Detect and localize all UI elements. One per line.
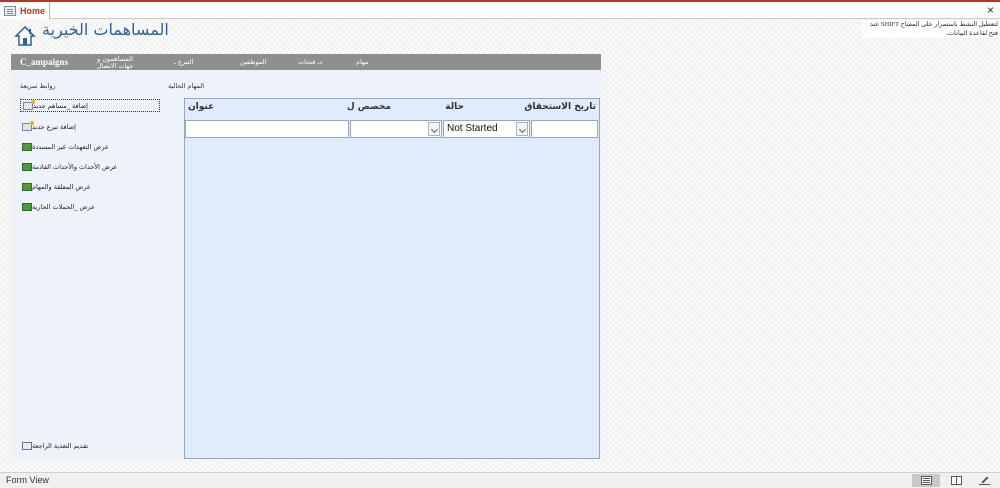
design-view-button[interactable] xyxy=(970,474,998,487)
quick-link-add-donation[interactable]: إضافة تبرع جديد xyxy=(20,120,160,133)
quick-link-label: عرض الأحداث والأحداث القادمة xyxy=(32,162,118,171)
status-value: Not Started xyxy=(447,123,498,134)
quick-links-title: روابط سريعة xyxy=(20,82,56,90)
nav-employees[interactable]: الموظفين xyxy=(240,54,266,70)
navigation-bar: C_ampaigns المساهمون و جهات الاتصال التب… xyxy=(11,54,601,70)
column-header-assigned-to[interactable]: مخصص ل xyxy=(347,102,391,112)
home-icon xyxy=(14,25,36,46)
add-record-icon xyxy=(22,120,34,131)
tasks-datasheet: تاريخ الاستحقاق حالة مخصص ل عنوان Not St… xyxy=(184,98,600,459)
title-field[interactable] xyxy=(185,120,349,138)
form-view-button[interactable] xyxy=(912,474,940,487)
quick-link-pending-tasks[interactable]: عرض المعلقة والمهام xyxy=(20,180,160,193)
app-title: المساهمات الخيرية xyxy=(42,20,169,39)
nav-campaigns[interactable]: C_ampaigns xyxy=(20,54,68,70)
quick-link-label: عرض المعلقة والمهام xyxy=(32,182,91,191)
quick-link-feedback[interactable]: تقديم التغذية الراجعة xyxy=(20,439,160,452)
feedback-icon xyxy=(22,441,32,450)
nav-contributors[interactable]: المساهمون و جهات الاتصال xyxy=(91,54,139,70)
tasks-title: المهام الحالية xyxy=(168,82,205,90)
quick-link-label: إضافة تبرع جديد xyxy=(32,122,76,131)
quick-link-active-campaigns[interactable]: عرض _الحملات الجارية xyxy=(20,200,160,213)
status-combo[interactable]: Not Started xyxy=(443,120,530,138)
nav-events[interactable]: دـ فتحات xyxy=(298,54,322,70)
assigned-to-combo[interactable] xyxy=(350,120,442,138)
report-icon xyxy=(22,142,32,151)
quick-link-label: عرض _الحملات الجارية xyxy=(32,202,95,211)
document-tab-label: Home xyxy=(20,5,46,16)
home-document-tab[interactable]: Home xyxy=(0,2,50,19)
quick-link-label: عرض التعهدات غير المسددة xyxy=(32,142,109,151)
quick-link-label: إضافة _مساهم جديد xyxy=(33,101,88,110)
report-icon xyxy=(22,182,32,191)
view-mode-label: Form View xyxy=(6,475,49,485)
column-header-due-date[interactable]: تاريخ الاستحقاق xyxy=(524,102,596,112)
close-icon[interactable]: × xyxy=(987,3,994,17)
design-view-icon xyxy=(978,476,990,485)
startup-note: لتعطيل النشط باستمرار على المفتاح SHIFT … xyxy=(862,20,1000,38)
quick-link-add-contributor[interactable]: إضافة _مساهم جديد xyxy=(20,99,160,112)
document-tab-strip: Home × xyxy=(0,0,1000,19)
form-icon xyxy=(4,5,16,16)
add-record-icon xyxy=(23,99,35,110)
column-header-title[interactable]: عنوان xyxy=(188,102,214,112)
chevron-down-icon[interactable] xyxy=(428,122,440,136)
layout-view-icon xyxy=(950,476,962,485)
report-icon xyxy=(22,202,32,211)
form-view-icon xyxy=(920,476,932,485)
report-icon xyxy=(22,162,32,171)
due-date-field[interactable] xyxy=(531,120,598,138)
nav-tasks[interactable]: مهام xyxy=(356,54,368,70)
quick-link-unpaid-pledges[interactable]: عرض التعهدات غير المسددة xyxy=(20,140,160,153)
layout-view-button[interactable] xyxy=(942,474,970,487)
quick-link-upcoming-events[interactable]: عرض الأحداث والأحداث القادمة xyxy=(20,160,160,173)
chevron-down-icon[interactable] xyxy=(516,122,528,136)
column-header-status[interactable]: حالة xyxy=(445,102,464,112)
main-form: C_ampaigns المساهمون و جهات الاتصال التب… xyxy=(11,54,601,460)
nav-donations[interactable]: التبرع ـ xyxy=(174,54,193,70)
quick-link-label: تقديم التغذية الراجعة xyxy=(32,441,89,450)
status-bar: Form View xyxy=(0,472,1000,488)
